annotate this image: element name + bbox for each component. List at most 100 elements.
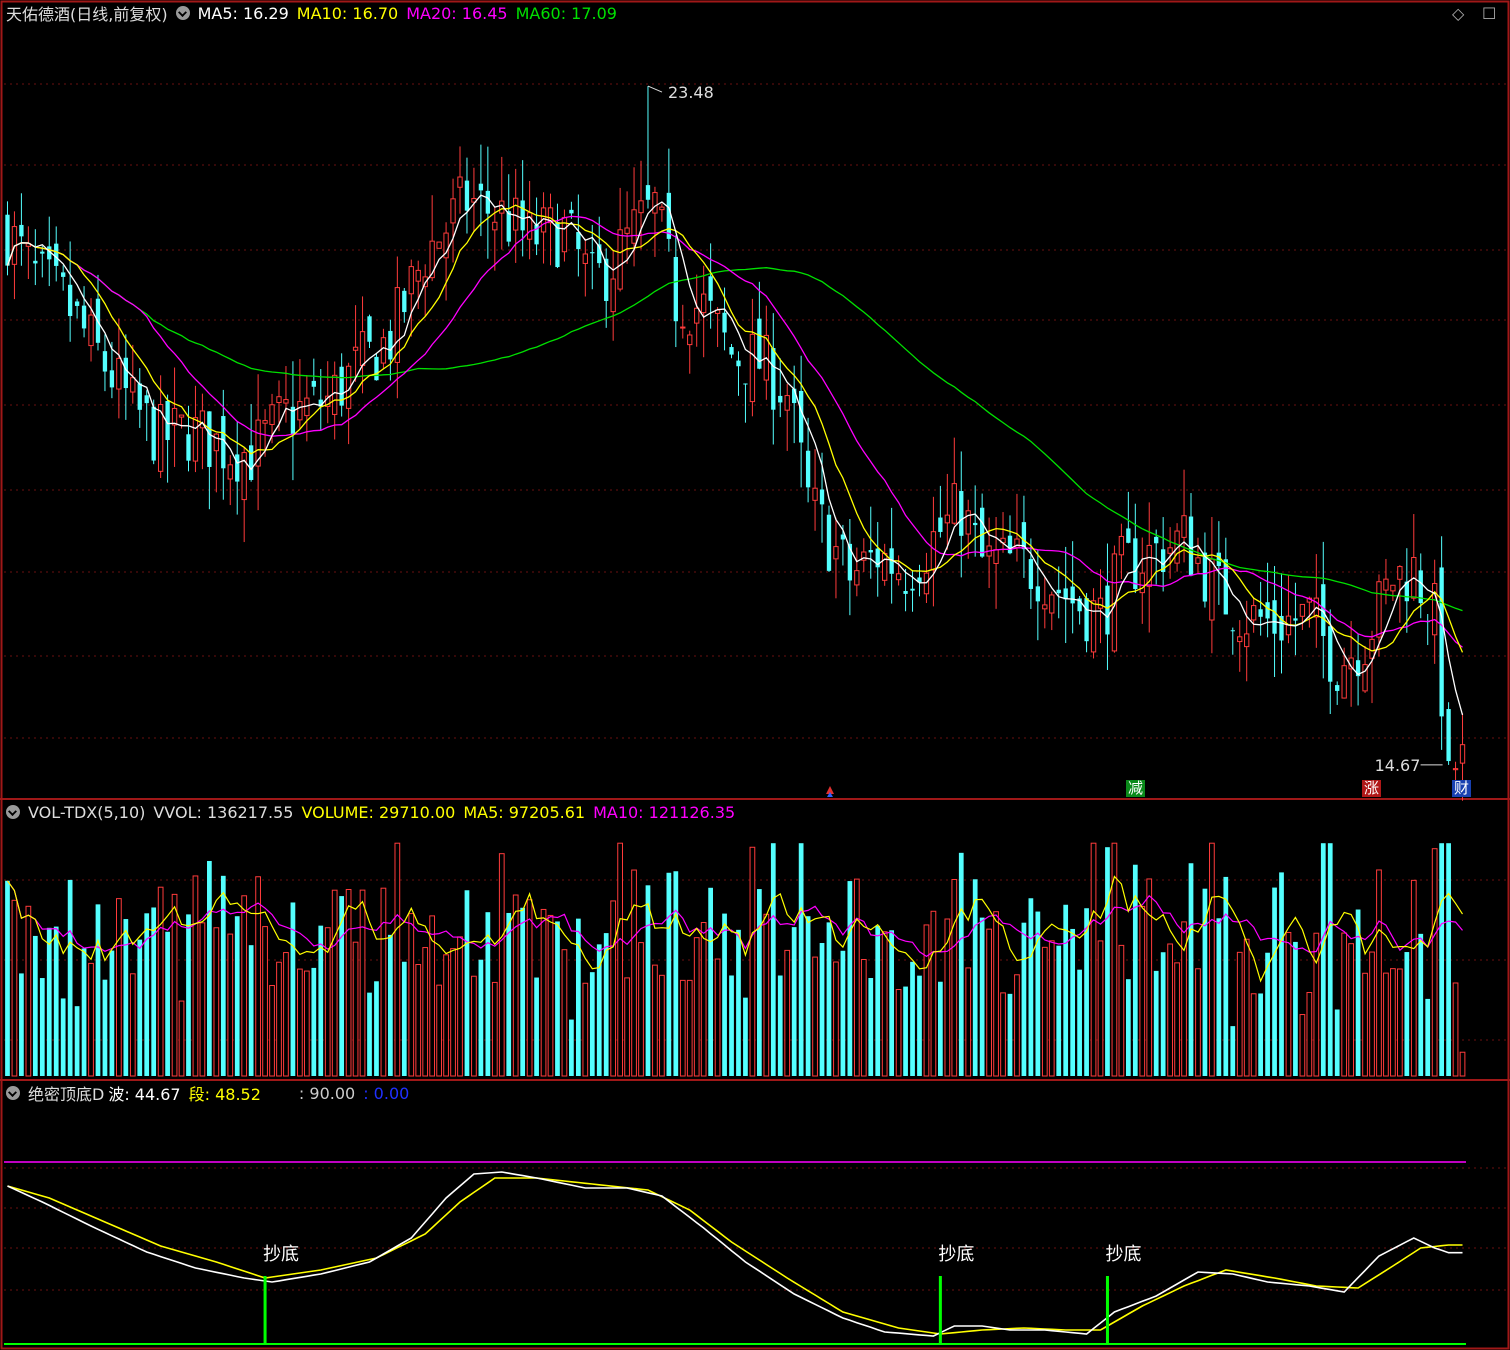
candle-body-up: [659, 206, 665, 211]
volume-bar-up: [1195, 968, 1201, 1077]
volume-bar-down: [1028, 898, 1034, 1076]
volume-bar-up: [1410, 879, 1417, 1077]
volume-bar-down: [401, 961, 407, 1076]
oscillator-dropdown-icon[interactable]: [6, 1086, 20, 1100]
candle-body-down: [109, 370, 115, 388]
volume-bar-down: [708, 887, 714, 1076]
bo-readout: 波: 44.67: [108, 1085, 181, 1104]
volume-bar-up: [192, 875, 199, 1077]
volume-bar-up: [331, 889, 338, 1077]
candle-body-down: [722, 312, 727, 333]
volume-bar-up: [930, 910, 937, 1077]
volume-bar-down: [520, 907, 526, 1076]
candle-body-up: [178, 414, 185, 418]
candle-body-up: [701, 293, 707, 314]
volume-bar-down: [770, 843, 776, 1076]
candle-body-down: [1446, 709, 1451, 762]
volume-bar-up: [471, 975, 477, 1077]
volume-bar-down: [95, 904, 101, 1076]
volume-bar-up: [1243, 938, 1250, 1077]
box-icon[interactable]: ☐: [1482, 4, 1496, 23]
ma60-line: [6, 242, 1463, 612]
volume-bar-up: [1390, 968, 1396, 1077]
candle-body-up: [457, 176, 463, 188]
volume-bar-down: [729, 975, 734, 1076]
volume-bar-down: [1272, 887, 1277, 1076]
candle-body-up: [624, 227, 630, 234]
candle-body-down: [520, 200, 525, 231]
volume-bar-up: [714, 958, 721, 1077]
volume-bar-up: [491, 981, 498, 1077]
volume-bar-up: [262, 926, 268, 1077]
volume-bar-down: [555, 921, 560, 1076]
volume-bar-up: [1236, 951, 1243, 1077]
candle-body-up: [930, 531, 937, 571]
volume-bar-down: [805, 916, 811, 1076]
marker-zhang[interactable]: 涨: [1362, 780, 1382, 797]
volume-bar-up: [1139, 905, 1146, 1077]
candle-body-up: [784, 395, 790, 411]
volume-bar-up: [652, 964, 658, 1077]
volume-bar-down: [60, 998, 66, 1076]
candle-body-down: [33, 260, 38, 264]
volume-bar-down: [1293, 941, 1298, 1076]
volume-bar-down: [74, 1006, 80, 1076]
candle-body-up: [895, 573, 902, 581]
volume-bar-up: [415, 964, 422, 1077]
marker-cai[interactable]: 财: [1452, 780, 1472, 797]
volume-bar-up: [241, 895, 248, 1077]
candle-body-up: [854, 570, 860, 586]
candle-body-down: [388, 330, 393, 360]
volume-bar-up: [297, 968, 303, 1077]
volume-bar-down: [388, 934, 393, 1076]
candle-body-up: [1049, 594, 1055, 614]
volume-bar-down: [972, 879, 978, 1076]
volume-bar-up: [227, 933, 234, 1077]
candle-body-up: [582, 253, 588, 264]
candle-body-up: [694, 307, 700, 324]
candle-body-down: [868, 550, 873, 553]
dropdown-icon[interactable]: [175, 6, 190, 20]
volume-bar-up: [638, 942, 644, 1077]
volume-bar-down: [478, 959, 484, 1076]
candle-body-down: [235, 454, 240, 482]
candle-body-down: [478, 183, 484, 191]
candle-body-up: [1376, 581, 1382, 638]
volume-bar-up: [1376, 869, 1382, 1077]
volume-bar-up: [1209, 842, 1215, 1077]
candle-body-down: [708, 276, 713, 301]
volume-bar-up: [213, 927, 220, 1077]
volume-bar-up: [1306, 992, 1313, 1077]
candle-body-up: [749, 333, 756, 403]
volume-bar-down: [1160, 952, 1166, 1076]
candle-body-up: [1181, 515, 1187, 538]
ma10-line: [6, 204, 1464, 653]
candle-body-down: [666, 192, 672, 239]
volume-dropdown-icon[interactable]: [6, 805, 20, 819]
candle-body-down: [959, 491, 964, 536]
volume-bar-up: [1041, 946, 1048, 1077]
candle-body-down: [1035, 586, 1041, 602]
candle-body-up: [1397, 566, 1403, 580]
candle-body-down: [123, 357, 128, 389]
stock-chart[interactable]: 23.48 14.67 抄底 抄底 抄底: [0, 0, 1510, 1350]
candle-body-up: [687, 334, 693, 346]
candle-body-down: [506, 211, 511, 242]
volume-bar-down: [777, 975, 783, 1076]
volume-header: VOL-TDX(5,10) VVOL: 136217.55 VOLUME: 29…: [0, 799, 743, 825]
candle-body-up: [652, 192, 658, 214]
candle-body-up: [1341, 665, 1347, 699]
volume-bar-up: [1118, 944, 1125, 1077]
diamond-icon[interactable]: ◇: [1452, 4, 1464, 23]
volume-bar-up: [443, 954, 449, 1077]
volume-bar-up: [965, 967, 972, 1077]
volume-bar-up: [457, 936, 463, 1077]
volume-bar-down: [958, 852, 964, 1076]
volume-bar-down: [1327, 843, 1333, 1076]
candle-body-up: [380, 337, 387, 364]
candle-body-down: [743, 383, 748, 385]
marker-jian[interactable]: 减: [1126, 780, 1146, 797]
candle-body-up: [283, 399, 289, 404]
candle-body-up: [993, 549, 999, 564]
volume-bar-up: [784, 949, 791, 1077]
